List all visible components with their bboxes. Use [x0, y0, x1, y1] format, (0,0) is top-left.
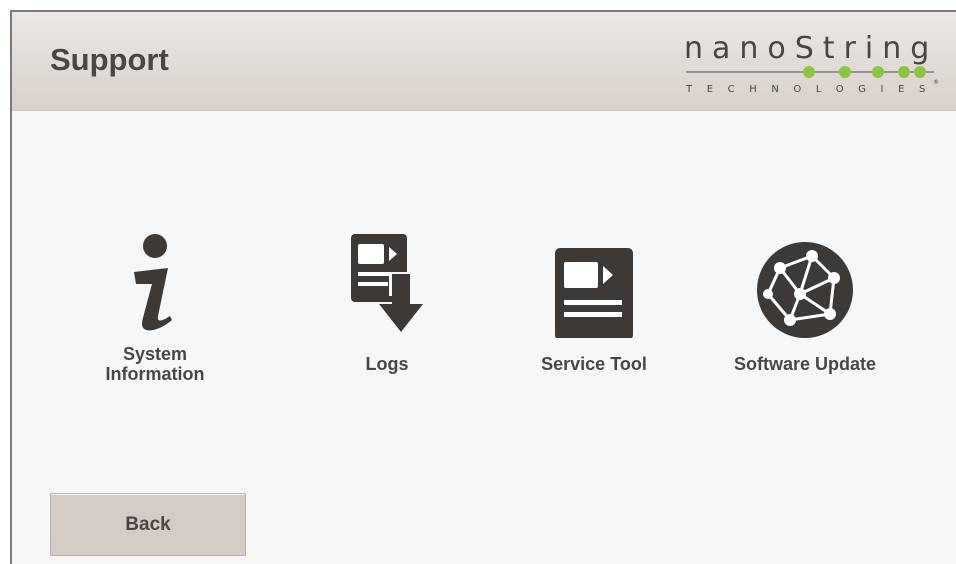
page-title: Support: [50, 42, 169, 77]
service-tool-button[interactable]: Service Tool: [519, 222, 669, 412]
back-button[interactable]: Back: [50, 493, 246, 556]
logo-brand-text: nanoString: [684, 31, 938, 66]
logs-label: Logs: [365, 354, 409, 374]
header-bar: Support nanoString TECHNOLOGIES ®: [12, 12, 956, 111]
software-update-button[interactable]: Software Update: [715, 222, 895, 412]
support-options: System Information Logs Service Tool Sof…: [12, 222, 956, 412]
system-information-label: System Information: [80, 344, 230, 384]
info-icon: [134, 234, 172, 331]
service-tool-icon: [555, 248, 633, 338]
label-line-1: System: [122, 344, 188, 364]
label-line-2: Information: [105, 364, 205, 384]
support-screen: Support nanoString TECHNOLOGIES ® System…: [10, 10, 956, 564]
logo-tagline-text: TECHNOLOGIES: [685, 84, 940, 95]
logs-button[interactable]: Logs: [312, 222, 462, 412]
globe-network-icon: [757, 242, 853, 338]
svg-text:®: ®: [933, 79, 939, 86]
service-tool-label: Service Tool: [541, 354, 647, 374]
software-update-label: Software Update: [733, 354, 877, 374]
logs-download-icon: [351, 234, 423, 332]
system-information-button[interactable]: System Information: [80, 222, 230, 412]
nanostring-logo: nanoString TECHNOLOGIES ®: [684, 31, 940, 95]
